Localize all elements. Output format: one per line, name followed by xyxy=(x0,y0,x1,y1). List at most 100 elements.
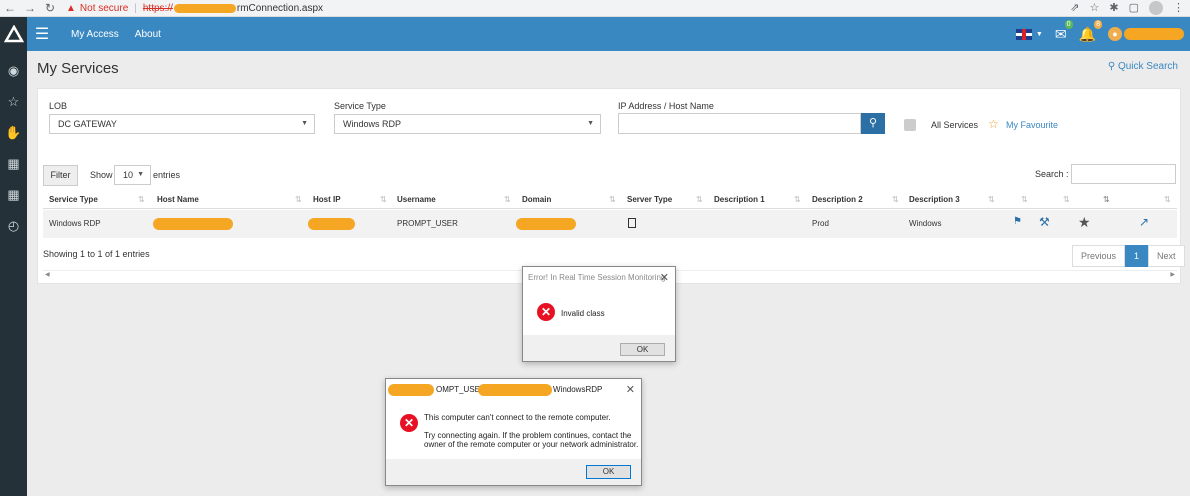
favourite-star-icon[interactable]: ☆ xyxy=(988,117,999,131)
page-title: My Services xyxy=(37,60,119,77)
sort-icon[interactable]: ⇅ xyxy=(380,195,387,204)
dialog-message: Invalid class xyxy=(561,309,605,318)
globe-icon[interactable]: ◉ xyxy=(0,55,27,86)
col-service-type[interactable]: Service Type xyxy=(49,195,98,204)
redacted-username xyxy=(1124,28,1184,40)
ok-button[interactable]: OK xyxy=(586,465,631,479)
share-icon[interactable]: ⇗ xyxy=(1070,1,1079,15)
external-link-icon[interactable]: ↗ xyxy=(1139,215,1149,229)
bookmark-star-icon[interactable]: ☆ xyxy=(1090,1,1100,15)
dialog-title-bar: OMPT_USER WindowsRDP ✕ xyxy=(386,379,641,401)
address-bar[interactable]: ▲ Not secure | https:// rmConnection.asp… xyxy=(66,3,323,14)
col-description-1[interactable]: Description 1 xyxy=(714,195,765,204)
user-menu[interactable]: ● xyxy=(1108,27,1184,41)
browser-menu-icon[interactable]: ⋮ xyxy=(1173,1,1184,15)
favourite-star-icon[interactable]: ☆ xyxy=(0,86,27,117)
nav-my-access[interactable]: My Access xyxy=(71,29,119,40)
scroll-right-icon[interactable]: ▶ xyxy=(1170,271,1175,278)
search-icon: ⚲ xyxy=(1107,61,1116,72)
sort-icon[interactable]: ⇅ xyxy=(892,195,899,204)
col-username[interactable]: Username xyxy=(397,195,436,204)
chevron-down-icon: ▼ xyxy=(137,171,144,178)
table-row[interactable]: Windows RDP PROMPT_USER Prod Windows ⚑ ⚒… xyxy=(43,210,1177,238)
col-description-3[interactable]: Description 3 xyxy=(909,195,960,204)
favourite-star-icon[interactable]: ★ xyxy=(1078,214,1091,231)
table-search-label: Search : xyxy=(1035,169,1069,179)
ip-host-input[interactable] xyxy=(618,113,861,134)
error-icon: ✕ xyxy=(537,303,555,321)
quick-search-label: Quick Search xyxy=(1117,61,1178,72)
filter-button[interactable]: Filter xyxy=(43,165,78,186)
redacted-url xyxy=(173,3,236,13)
warning-icon: ▲ xyxy=(66,2,76,14)
show-label: Show xyxy=(90,170,113,180)
page-1-button[interactable]: 1 xyxy=(1125,245,1149,267)
extensions-icon[interactable]: ✱ xyxy=(1109,1,1118,15)
dialog-message-line1: This computer can't connect to the remot… xyxy=(424,413,611,422)
cell-description-3: Windows xyxy=(909,219,942,228)
lob-select[interactable]: DC GATEWAY ▼ xyxy=(49,114,315,134)
entries-select[interactable]: 10 ▼ xyxy=(114,165,151,185)
service-type-label: Service Type xyxy=(334,101,386,111)
scroll-left-icon[interactable]: ◀ xyxy=(45,271,50,278)
col-host-name[interactable]: Host Name xyxy=(157,195,199,204)
forward-icon[interactable]: → xyxy=(20,1,40,15)
cell-username: PROMPT_USER xyxy=(397,219,458,228)
hand-icon[interactable]: ✋ xyxy=(0,117,27,148)
url-separator: | xyxy=(134,2,137,14)
logo-icon[interactable] xyxy=(0,17,27,51)
left-sidebar: ◉ ☆ ✋ ▦ ▦ ◴ xyxy=(0,17,27,496)
dialog-body: ✕ Invalid class xyxy=(523,289,675,335)
reload-icon[interactable]: ↻ xyxy=(40,1,60,15)
col-server-type[interactable]: Server Type xyxy=(627,195,672,204)
back-icon[interactable]: ← xyxy=(0,1,20,15)
report-icon[interactable]: ▦ xyxy=(0,179,27,210)
sort-icon[interactable]: ⇅ xyxy=(1164,195,1171,204)
server-type-checkbox xyxy=(628,218,636,228)
nav-about[interactable]: About xyxy=(135,29,161,40)
sort-icon[interactable]: ⇅ xyxy=(988,195,995,204)
previous-page-button[interactable]: Previous xyxy=(1072,245,1126,267)
history-clock-icon[interactable]: ◴ xyxy=(0,210,27,241)
chevron-down-icon: ▼ xyxy=(301,120,308,127)
pagination: Previous 1 Next xyxy=(1072,245,1185,267)
sidepanel-icon[interactable]: ▢ xyxy=(1129,1,1139,15)
close-icon[interactable]: ✕ xyxy=(660,267,669,289)
close-icon[interactable]: ✕ xyxy=(626,379,635,401)
sort-icon[interactable]: ⇅ xyxy=(1021,195,1028,204)
remote-desktop-error-dialog: OMPT_USER WindowsRDP ✕ ✕ This computer c… xyxy=(385,378,642,486)
col-domain[interactable]: Domain xyxy=(522,195,551,204)
sort-icon[interactable]: ⇅ xyxy=(295,195,302,204)
sort-icon[interactable]: ⇅ xyxy=(1063,195,1070,204)
sort-icon[interactable]: ⇅ xyxy=(794,195,801,204)
sort-icon[interactable]: ⇅ xyxy=(609,195,616,204)
redacted-title-host xyxy=(478,384,552,396)
mail-icon[interactable]: ✉ 0 xyxy=(1055,19,1073,43)
next-page-button[interactable]: Next xyxy=(1148,245,1185,267)
connect-toolbox-icon[interactable]: ⚒ xyxy=(1039,215,1050,229)
tag-icon[interactable]: ⚑ xyxy=(1013,216,1022,227)
search-button[interactable]: ⚲ xyxy=(861,113,885,134)
sort-active-icon[interactable]: ⇅ xyxy=(1103,195,1110,204)
quick-search-link[interactable]: ⚲ Quick Search xyxy=(1108,61,1178,72)
dialog-title-service: WindowsRDP xyxy=(553,385,603,394)
service-type-select[interactable]: Windows RDP ▼ xyxy=(334,114,601,134)
language-selector[interactable]: ▼ xyxy=(1015,28,1043,40)
browser-profile-icon[interactable] xyxy=(1149,1,1163,15)
sort-icon[interactable]: ⇅ xyxy=(696,195,703,204)
sort-icon[interactable]: ⇅ xyxy=(504,195,511,204)
my-favourite-link[interactable]: My Favourite xyxy=(1006,120,1058,130)
lob-label: LOB xyxy=(49,101,68,111)
error-dialog-invalid-class: Error! In Real Time Session Monitoring ✕… xyxy=(522,266,676,362)
col-description-2[interactable]: Description 2 xyxy=(812,195,863,204)
notification-bell-icon[interactable]: 🔔 8 xyxy=(1079,19,1102,43)
all-services-checkbox[interactable] xyxy=(904,119,916,131)
ip-host-label: IP Address / Host Name xyxy=(618,101,714,111)
table-search-input[interactable] xyxy=(1071,164,1176,184)
document-icon[interactable]: ▦ xyxy=(0,148,27,179)
ok-button[interactable]: OK xyxy=(620,343,665,356)
cell-description-2: Prod xyxy=(812,219,829,228)
sort-icon[interactable]: ⇅ xyxy=(138,195,145,204)
hamburger-menu-icon[interactable]: ☰ xyxy=(27,24,57,44)
col-host-ip[interactable]: Host IP xyxy=(313,195,341,204)
